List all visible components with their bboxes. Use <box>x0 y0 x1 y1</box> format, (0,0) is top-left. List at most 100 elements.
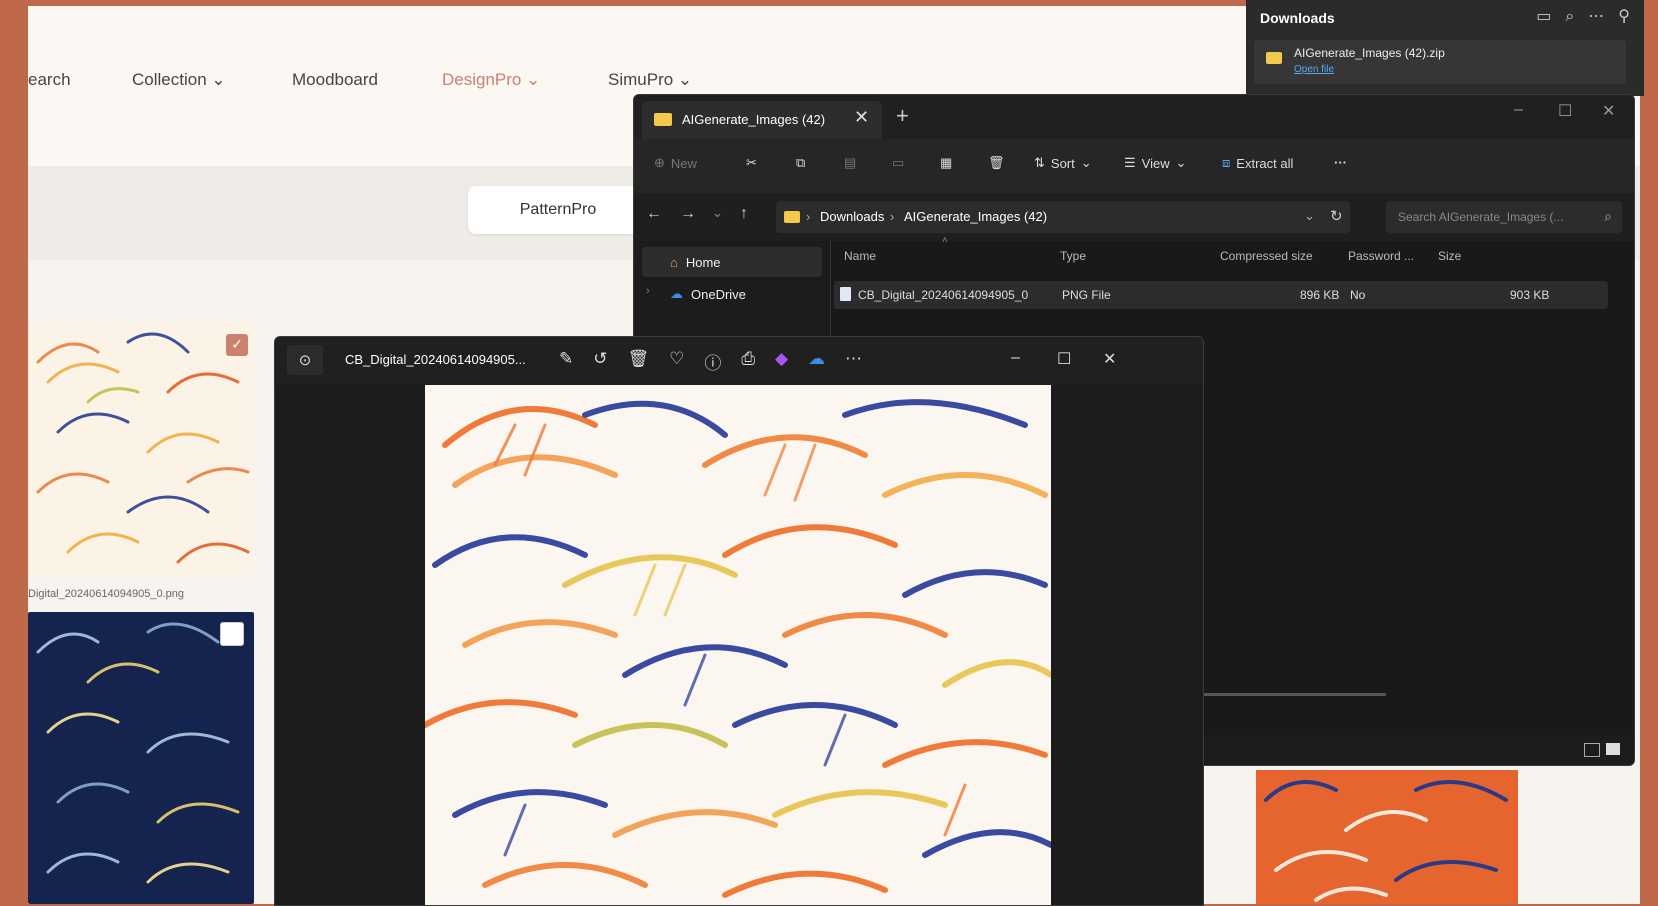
table-row[interactable]: CB_Digital_20240614094905_0 PNG File 896… <box>834 281 1608 309</box>
search-icon: ⌕ <box>1604 208 1612 224</box>
minimize-icon[interactable]: – <box>1011 349 1020 367</box>
share-icon[interactable]: ▦ <box>940 155 952 171</box>
more-options-icon[interactable]: ··· <box>1334 155 1347 170</box>
folder-icon <box>784 211 800 223</box>
sidebar-item-onedrive[interactable]: ☁ OneDrive <box>642 279 822 309</box>
pattern-thumbnail[interactable]: ✓ <box>28 322 254 576</box>
sidebar-item-home[interactable]: ⌂ Home <box>642 247 822 277</box>
nav-designpro-label: DesignPro <box>442 70 522 89</box>
downloads-actions: ▭ ⌕ ⋯ ⚲ <box>1536 6 1630 26</box>
pin-icon[interactable]: ⚲ <box>1618 6 1630 26</box>
column-header-password[interactable]: Password ... <box>1348 249 1414 263</box>
clipchamp-icon[interactable]: ◆ <box>775 349 788 374</box>
close-window-icon[interactable]: ✕ <box>1103 349 1116 369</box>
checkbox-unchecked[interactable] <box>220 622 244 646</box>
file-type: PNG File <box>1062 288 1111 302</box>
folder-icon[interactable]: ▭ <box>1536 6 1551 26</box>
downloads-title: Downloads <box>1260 10 1335 26</box>
details-view-icon[interactable] <box>1584 743 1600 757</box>
address-dropdown-icon[interactable]: ⌄ <box>1304 208 1315 224</box>
open-file-link[interactable]: Open file <box>1294 64 1334 75</box>
pattern-thumbnail[interactable] <box>28 612 254 904</box>
nav-simupro[interactable]: SimuPro ⌄ <box>608 70 692 90</box>
floral-pattern-image <box>28 612 254 904</box>
edit-icon[interactable]: ✎ <box>559 349 573 374</box>
cut-icon[interactable]: ✂ <box>746 155 757 171</box>
view-label: View <box>1141 155 1170 171</box>
chevron-down-icon: ⌄ <box>677 70 693 89</box>
file-password: No <box>1350 288 1366 302</box>
extract-all-label: Extract all <box>1236 155 1294 171</box>
nav-designpro[interactable]: DesignPro ⌄ <box>442 70 540 90</box>
sidebar-item-label: Home <box>685 254 721 270</box>
patternpro-tab[interactable]: PatternPro <box>468 186 648 234</box>
column-header-size[interactable]: Size <box>1438 249 1461 263</box>
info-icon[interactable]: ⓘ <box>704 349 721 374</box>
copy-icon[interactable]: ⧉ <box>796 155 805 171</box>
back-icon[interactable]: ← <box>646 205 662 223</box>
nav-moodboard[interactable]: Moodboard <box>292 70 378 90</box>
view-icon: ☰ <box>1124 155 1136 170</box>
forward-icon[interactable]: → <box>680 205 696 223</box>
maximize-icon[interactable]: ☐ <box>1057 349 1071 369</box>
command-bar: ⊕ New ✂ ⧉ ▤ ▭ ▦ 🗑 ⇅ Sort ⌄ ☰ View ⌄ ⧈ Extract … <box>634 139 1634 194</box>
sort-button[interactable]: ⇅ Sort ⌄ <box>1034 155 1092 171</box>
floral-pattern-image <box>28 322 254 576</box>
column-header-name[interactable]: Name <box>844 249 876 263</box>
delete-icon[interactable]: 🗑 <box>628 349 650 374</box>
downloads-panel: Downloads ▭ ⌕ ⋯ ⚲ AIGenerate_Images (42)… <box>1246 0 1644 96</box>
sort-label: Sort <box>1050 155 1075 171</box>
breadcrumb-separator-icon: › <box>806 209 811 224</box>
tiles-view-icon[interactable] <box>1606 743 1620 755</box>
view-button[interactable]: ☰ View ⌄ <box>1124 155 1187 171</box>
search-icon[interactable]: ⌕ <box>1565 6 1574 26</box>
download-file-name: AIGenerate_Images (42).zip <box>1294 46 1445 60</box>
address-row: ← → ⌄ ↑ › Downloads › AIGenerate_Images … <box>634 193 1634 241</box>
refresh-icon[interactable]: ↻ <box>1330 207 1343 225</box>
column-header-type[interactable]: Type <box>1060 249 1086 263</box>
close-tab-icon[interactable]: ✕ <box>854 107 869 128</box>
new-button[interactable]: ⊕ New <box>654 155 697 171</box>
favorite-icon[interactable]: ♡ <box>669 349 684 374</box>
nav-collection-label: Collection <box>132 70 207 89</box>
search-input[interactable]: Search AIGenerate_Images (... ⌕ <box>1386 201 1622 233</box>
delete-icon[interactable]: 🗑 <box>988 155 1005 171</box>
chevron-down-icon: ⌄ <box>526 70 541 89</box>
chevron-down-icon: ⌄ <box>211 70 226 89</box>
extract-all-button[interactable]: ⧈ Extract all <box>1222 155 1293 171</box>
nav-search[interactable]: earch <box>28 70 71 90</box>
tropical-leaf-pattern-image <box>425 385 1051 905</box>
more-icon[interactable]: ⋯ <box>1588 6 1604 26</box>
more-icon[interactable]: ⋯ <box>845 349 862 374</box>
checkbox-checked-icon[interactable]: ✓ <box>226 334 248 356</box>
nav-simupro-label: SimuPro <box>608 70 674 89</box>
home-icon: ⌂ <box>670 254 678 270</box>
explorer-tab-title: AIGenerate_Images (42) <box>682 112 826 127</box>
maximize-icon[interactable]: ☐ <box>1558 101 1572 121</box>
close-window-icon[interactable]: ✕ <box>1602 101 1615 121</box>
nav-collection[interactable]: Collection ⌄ <box>132 70 226 90</box>
breadcrumb-downloads[interactable]: Downloads <box>820 209 884 224</box>
rotate-icon[interactable]: ↺ <box>593 349 607 374</box>
minimize-icon[interactable]: – <box>1514 101 1523 119</box>
breadcrumb-current-folder[interactable]: AIGenerate_Images (42) <box>904 209 1047 224</box>
paste-icon[interactable]: ▤ <box>844 155 856 171</box>
sort-ascending-icon: ˄ <box>942 235 948 246</box>
new-tab-icon[interactable]: + <box>896 103 909 129</box>
photo-viewer-window: ⊙ CB_Digital_20240614094905... ✎ ↺ 🗑 ♡ ⓘ… <box>274 336 1204 906</box>
print-icon[interactable]: ⎙ <box>741 349 755 374</box>
chevron-down-icon: ⌄ <box>1080 155 1092 170</box>
up-icon[interactable]: ↑ <box>740 205 748 223</box>
download-item[interactable]: AIGenerate_Images (42).zip Open file <box>1254 40 1626 84</box>
address-bar[interactable]: › Downloads › AIGenerate_Images (42) ⌄ ↻ <box>776 201 1350 233</box>
gallery-icon[interactable]: ⊙ <box>287 345 323 375</box>
sidebar-item-label: OneDrive <box>691 286 746 302</box>
rename-icon[interactable]: ▭ <box>892 155 904 171</box>
explorer-tab[interactable]: AIGenerate_Images (42) ✕ <box>642 101 882 139</box>
onedrive-icon[interactable]: ☁ <box>808 349 825 374</box>
column-header-compressed-size[interactable]: Compressed size <box>1220 249 1313 263</box>
png-file-icon <box>840 287 851 301</box>
recent-dropdown-icon[interactable]: ⌄ <box>712 205 723 221</box>
pattern-thumbnail[interactable] <box>1256 770 1518 904</box>
viewer-image <box>425 385 1051 905</box>
